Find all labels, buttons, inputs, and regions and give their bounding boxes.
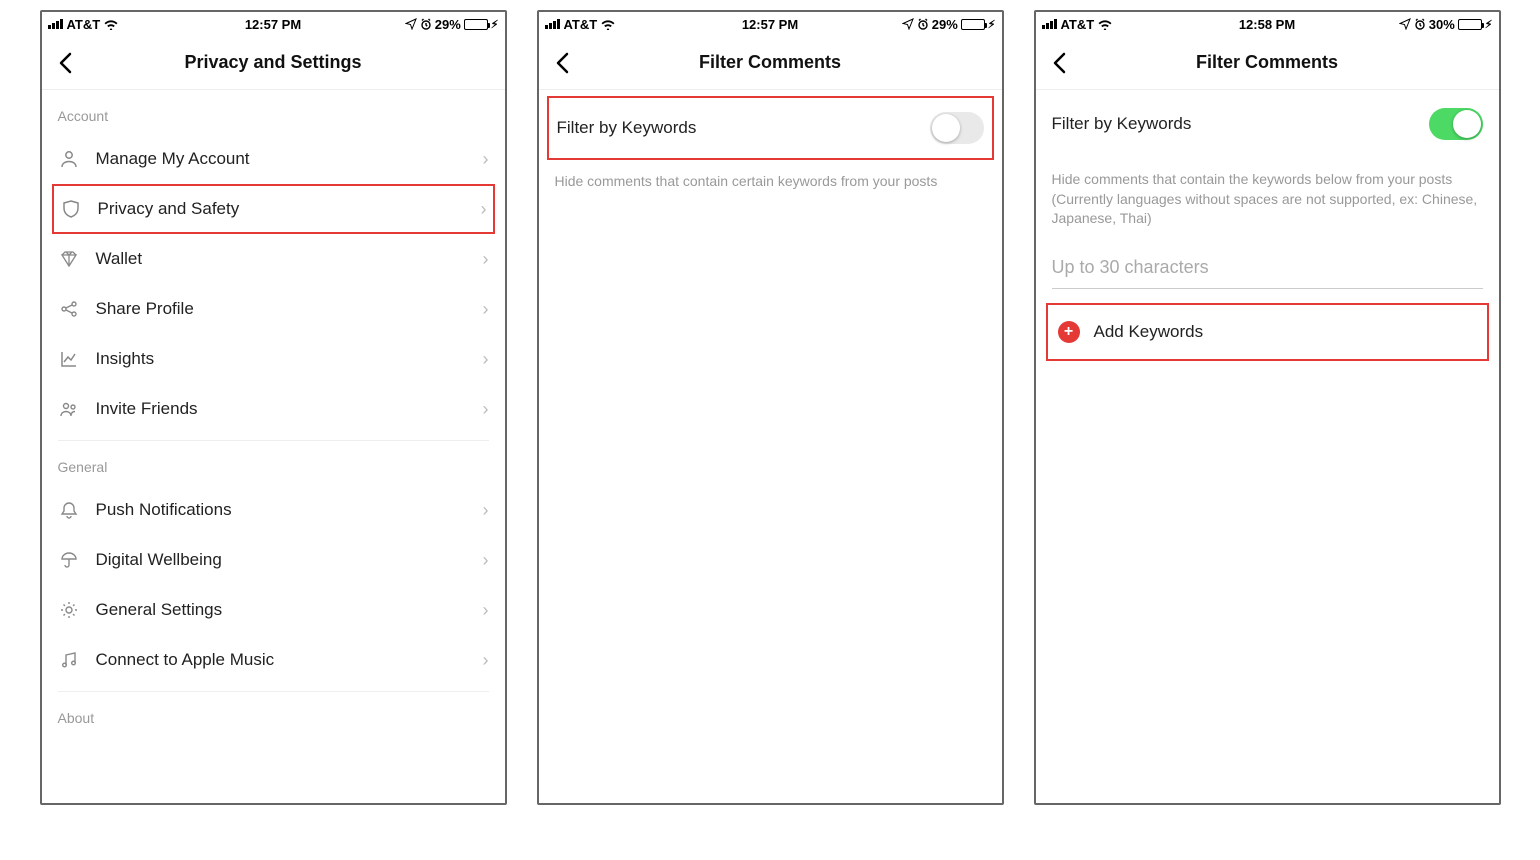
chevron-right-icon: › <box>483 299 489 320</box>
row-label: Push Notifications <box>96 500 467 520</box>
nav-header: Filter Comments <box>539 36 1002 90</box>
row-invite-friends[interactable]: Invite Friends › <box>42 384 505 434</box>
filter-label: Filter by Keywords <box>557 118 697 138</box>
filter-description: Hide comments that contain certain keywo… <box>539 160 1002 192</box>
chevron-right-icon: › <box>483 349 489 370</box>
page-title: Privacy and Settings <box>184 52 361 73</box>
add-keywords-button[interactable]: + Add Keywords <box>1046 303 1489 361</box>
charging-icon: ⚡︎ <box>988 18 996 31</box>
wifi-icon <box>601 19 615 30</box>
row-manage-account[interactable]: Manage My Account › <box>42 134 505 184</box>
row-label: Share Profile <box>96 299 467 319</box>
signal-icon <box>545 19 560 29</box>
status-bar: AT&T 12:57 PM 29% ⚡︎ <box>539 12 1002 36</box>
row-wallet[interactable]: Wallet › <box>42 234 505 284</box>
location-icon <box>902 18 914 30</box>
battery-percent: 29% <box>435 17 461 32</box>
keyword-input-area[interactable]: Up to 30 characters <box>1052 257 1483 289</box>
umbrella-icon <box>58 549 80 571</box>
alarm-icon <box>1414 18 1426 30</box>
row-push-notifications[interactable]: Push Notifications › <box>42 485 505 535</box>
diamond-icon <box>58 248 80 270</box>
filter-description: Hide comments that contain the keywords … <box>1036 158 1499 229</box>
carrier-label: AT&T <box>564 17 598 32</box>
chart-icon <box>58 348 80 370</box>
gear-icon <box>58 599 80 621</box>
section-header-about: About <box>42 692 505 736</box>
screen-filter-comments-off: AT&T 12:57 PM 29% ⚡︎ Filter Comments Fil… <box>537 10 1004 805</box>
people-icon <box>58 398 80 420</box>
nav-header: Privacy and Settings <box>42 36 505 90</box>
wifi-icon <box>1098 19 1112 30</box>
page-title: Filter Comments <box>1196 52 1338 73</box>
charging-icon: ⚡︎ <box>491 18 499 31</box>
share-icon <box>58 298 80 320</box>
nav-header: Filter Comments <box>1036 36 1499 90</box>
row-filter-keywords: Filter by Keywords <box>1036 90 1499 158</box>
carrier-label: AT&T <box>67 17 101 32</box>
status-bar: AT&T 12:58 PM 30% ⚡︎ <box>1036 12 1499 36</box>
status-bar: AT&T 12:57 PM 29% ⚡︎ <box>42 12 505 36</box>
section-header-general: General <box>42 441 505 485</box>
row-digital-wellbeing[interactable]: Digital Wellbeing › <box>42 535 505 585</box>
person-icon <box>58 148 80 170</box>
carrier-label: AT&T <box>1061 17 1095 32</box>
alarm-icon <box>917 18 929 30</box>
alarm-icon <box>420 18 432 30</box>
chevron-right-icon: › <box>483 650 489 671</box>
keyword-input-placeholder: Up to 30 characters <box>1052 257 1483 289</box>
row-label: Wallet <box>96 249 467 269</box>
plus-icon: + <box>1058 321 1080 343</box>
row-general-settings[interactable]: General Settings › <box>42 585 505 635</box>
row-apple-music[interactable]: Connect to Apple Music › <box>42 635 505 685</box>
battery-icon <box>961 19 985 30</box>
filter-toggle[interactable] <box>1429 108 1483 140</box>
row-insights[interactable]: Insights › <box>42 334 505 384</box>
bell-icon <box>58 499 80 521</box>
chevron-right-icon: › <box>483 149 489 170</box>
chevron-right-icon: › <box>483 249 489 270</box>
row-filter-keywords: Filter by Keywords <box>547 96 994 160</box>
back-button[interactable] <box>1048 48 1070 78</box>
row-label: Insights <box>96 349 467 369</box>
row-label: Invite Friends <box>96 399 467 419</box>
screen-filter-comments-on: AT&T 12:58 PM 30% ⚡︎ Filter Comments Fil… <box>1034 10 1501 805</box>
battery-percent: 30% <box>1429 17 1455 32</box>
battery-icon <box>464 19 488 30</box>
signal-icon <box>1042 19 1057 29</box>
row-label: Digital Wellbeing <box>96 550 467 570</box>
screen-privacy-settings: AT&T 12:57 PM 29% ⚡︎ Privacy and Setting… <box>40 10 507 805</box>
shield-icon <box>60 198 82 220</box>
chevron-right-icon: › <box>481 199 487 220</box>
charging-icon: ⚡︎ <box>1485 18 1493 31</box>
row-share-profile[interactable]: Share Profile › <box>42 284 505 334</box>
add-keywords-label: Add Keywords <box>1094 322 1204 342</box>
back-button[interactable] <box>54 48 76 78</box>
location-icon <box>405 18 417 30</box>
wifi-icon <box>104 19 118 30</box>
chevron-right-icon: › <box>483 600 489 621</box>
signal-icon <box>48 19 63 29</box>
battery-percent: 29% <box>932 17 958 32</box>
row-label: Privacy and Safety <box>98 199 465 219</box>
row-label: General Settings <box>96 600 467 620</box>
row-label: Manage My Account <box>96 149 467 169</box>
battery-icon <box>1458 19 1482 30</box>
section-header-account: Account <box>42 90 505 134</box>
back-button[interactable] <box>551 48 573 78</box>
chevron-right-icon: › <box>483 550 489 571</box>
location-icon <box>1399 18 1411 30</box>
filter-label: Filter by Keywords <box>1052 114 1192 134</box>
row-privacy-safety[interactable]: Privacy and Safety › <box>52 184 495 234</box>
music-icon <box>58 649 80 671</box>
page-title: Filter Comments <box>699 52 841 73</box>
chevron-right-icon: › <box>483 399 489 420</box>
chevron-right-icon: › <box>483 500 489 521</box>
row-label: Connect to Apple Music <box>96 650 467 670</box>
filter-toggle[interactable] <box>930 112 984 144</box>
